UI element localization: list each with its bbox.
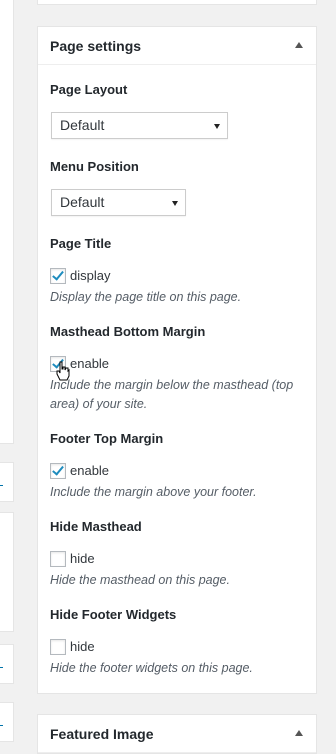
left-panel-remnant (0, 702, 14, 742)
triangle-up-icon[interactable] (295, 42, 303, 48)
page-settings-metabox: Page settings Page Layout Default Menu P… (37, 26, 317, 694)
hide-footer-widgets-checkbox-label[interactable]: hide (70, 639, 95, 654)
menu-position-label: Menu Position (50, 159, 139, 174)
left-panel-remnant (0, 462, 14, 502)
page-title-option[interactable]: display (50, 267, 110, 285)
menu-position-value: Default (60, 194, 105, 210)
page-title-checkbox[interactable] (50, 267, 66, 284)
page-layout-select[interactable]: Default (51, 112, 228, 139)
page-title-label: Page Title (50, 236, 112, 251)
hand-pointer-icon (56, 361, 70, 381)
hide-footer-widgets-checkbox[interactable] (50, 638, 66, 655)
hide-footer-widgets-label: Hide Footer Widgets (50, 607, 177, 622)
metabox-header[interactable]: Featured Image (38, 715, 316, 753)
featured-image-metabox: Featured Image (37, 714, 317, 754)
metabox-remnant (37, 0, 317, 5)
masthead-bottom-margin-description: Include the margin below the masthead (t… (50, 378, 294, 411)
chevron-down-icon (214, 124, 220, 129)
masthead-bottom-margin-label: Masthead Bottom Margin (50, 324, 206, 339)
left-panel-remnant (0, 644, 14, 684)
hide-footer-widgets-option[interactable]: hide (50, 638, 95, 656)
chevron-down-icon (172, 201, 178, 206)
page-layout-label: Page Layout (50, 82, 128, 97)
hide-masthead-label: Hide Masthead (50, 519, 142, 534)
masthead-bottom-margin-checkbox-label[interactable]: enable (70, 356, 109, 371)
page-layout-value: Default (60, 117, 105, 133)
hide-footer-widgets-description: Hide the footer widgets on this page. (50, 661, 253, 675)
hide-masthead-description: Hide the masthead on this page. (50, 573, 230, 587)
footer-top-margin-checkbox-label[interactable]: enable (70, 463, 109, 478)
page-title-description: Display the page title on this page. (50, 290, 242, 304)
hide-masthead-option[interactable]: hide (50, 550, 95, 568)
page-title-checkbox-label[interactable]: display (70, 268, 110, 283)
footer-top-margin-option[interactable]: enable (50, 462, 109, 480)
footer-top-margin-label: Footer Top Margin (50, 431, 164, 446)
hide-masthead-checkbox[interactable] (50, 550, 66, 567)
metabox-title: Featured Image (50, 726, 154, 742)
footer-top-margin-checkbox[interactable] (50, 462, 66, 479)
menu-position-select[interactable]: Default (51, 189, 186, 216)
triangle-up-icon[interactable] (295, 730, 303, 736)
left-panel-remnant (0, 0, 14, 444)
hide-masthead-checkbox-label[interactable]: hide (70, 551, 95, 566)
metabox-title: Page settings (50, 38, 142, 54)
metabox-header[interactable]: Page settings (38, 27, 316, 65)
left-panel-remnant (0, 512, 14, 632)
footer-top-margin-description: Include the margin above your footer. (50, 485, 257, 499)
